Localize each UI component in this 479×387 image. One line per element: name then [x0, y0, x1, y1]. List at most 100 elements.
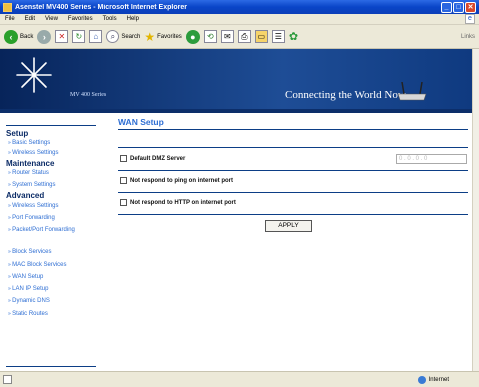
http-checkbox[interactable] [120, 199, 127, 206]
dmz-label: Default DMZ Server [130, 155, 186, 162]
sidebar-item-block-services[interactable]: » Block Services [8, 248, 103, 257]
window-titlebar: Asenstel MV400 Series - Microsoft Intern… [0, 0, 479, 14]
sidebar-item-lan-ip-setup[interactable]: » LAN IP Setup [8, 285, 103, 294]
ping-label: Not respond to ping on internet port [130, 177, 233, 184]
stop-icon: ✕ [55, 30, 69, 43]
sidebar-item-router-status[interactable]: » Router Status [8, 169, 103, 178]
folder-icon: ▭ [254, 30, 268, 43]
minimize-button[interactable]: _ [441, 1, 452, 13]
section-divider [118, 147, 468, 148]
sidebar-heading-advanced: Advanced [6, 191, 45, 200]
sidebar-item-mac-block-services[interactable]: » MAC Block Services [8, 261, 103, 270]
history-icon: ⟲ [203, 30, 217, 43]
sidebar-item-wan-setup[interactable]: » WAN Setup [8, 273, 103, 282]
menu-edit[interactable]: Edit [25, 16, 35, 22]
menu-tools[interactable]: Tools [103, 16, 117, 22]
ie-app-icon [3, 2, 12, 12]
refresh-icon: ↻ [72, 30, 86, 43]
main-content: WAN Setup Default DMZ Server 0 . 0 . 0 .… [112, 113, 472, 371]
sidebar-item-label: MAC Block Services [12, 262, 67, 268]
sidebar-item-label: System Settings [12, 182, 56, 188]
sidebar-item-packet-port-forwarding[interactable]: » Packet/Port Forwarding [8, 226, 78, 235]
sidebar-item-label: Basic Settings [12, 140, 51, 146]
search-label: Search [121, 33, 141, 40]
section-divider [118, 129, 468, 130]
browser-viewport: MV 400 Series Connecting the World Now S… [0, 49, 472, 371]
apply-button[interactable]: APPLY [265, 220, 312, 232]
home-button[interactable]: ⌂ [89, 30, 103, 43]
print-button[interactable]: ⎙ [237, 30, 251, 43]
maximize-button[interactable]: □ [453, 1, 464, 13]
sidebar-nav: Setup » Basic Settings » Wireless Settin… [0, 113, 110, 371]
history-button[interactable]: ⟲ [203, 30, 217, 43]
back-label: Back [20, 33, 34, 40]
menu-favorites[interactable]: Favorites [68, 16, 93, 22]
sidebar-item-label: Wireless Settings [12, 150, 59, 156]
browser-toolbar: ‹ Back › ✕ ↻ ⌂ ⌕ Search ★ Favorites ● ⟲ … [0, 25, 479, 49]
sidebar-item-label: Block Services [12, 249, 52, 255]
menu-file[interactable]: File [5, 16, 15, 22]
zone-label: Internet [428, 376, 449, 383]
close-button[interactable]: ✕ [465, 1, 476, 13]
dmz-checkbox[interactable] [120, 155, 127, 162]
favorites-button[interactable]: ★ Favorites [144, 30, 181, 44]
media-icon: ● [185, 29, 200, 44]
ping-option: Not respond to ping on internet port [120, 177, 233, 184]
messenger-button[interactable]: ✿ [289, 30, 298, 43]
section-divider [118, 214, 468, 215]
discuss-button[interactable]: ☰ [271, 30, 285, 43]
search-button[interactable]: ⌕ Search [106, 30, 140, 43]
sidebar-item-label: Packet/Port Forwarding [12, 227, 75, 233]
media-button[interactable]: ● [185, 29, 200, 44]
sidebar-divider [6, 125, 96, 126]
dmz-ip-input[interactable]: 0 . 0 . 0 . 0 [396, 154, 467, 164]
menu-bar: File Edit View Favorites Tools Help e [0, 14, 479, 25]
sidebar-item-label: Router Status [12, 170, 49, 176]
header-banner: MV 400 Series Connecting the World Now [0, 49, 472, 109]
mail-icon: ✉ [220, 30, 234, 43]
home-icon: ⌂ [89, 30, 103, 43]
search-icon: ⌕ [106, 30, 120, 43]
sidebar-item-label: Dynamic DNS [12, 298, 50, 304]
ping-checkbox[interactable] [120, 177, 127, 184]
sidebar-item-adv-wireless-settings[interactable]: » Wireless Settings [8, 202, 103, 211]
sidebar-item-label: WAN Setup [12, 274, 44, 280]
page-title: WAN Setup [118, 117, 164, 127]
globe-icon [417, 375, 426, 384]
menu-view[interactable]: View [45, 16, 58, 22]
mail-button[interactable]: ✉ [220, 30, 234, 43]
back-button[interactable]: ‹ Back [4, 29, 34, 44]
sidebar-item-label: Static Routes [12, 311, 48, 317]
star-icon: ★ [144, 29, 156, 44]
sidebar-item-wireless-settings[interactable]: » Wireless Settings [8, 149, 103, 158]
menu-help[interactable]: Help [127, 16, 139, 22]
starburst-logo-icon [16, 57, 52, 93]
discuss-icon: ☰ [271, 30, 285, 43]
dmz-option: Default DMZ Server [120, 155, 185, 162]
http-label: Not respond to HTTP on internet port [130, 199, 236, 206]
vertical-scrollbar[interactable] [472, 49, 479, 371]
print-icon: ⎙ [237, 30, 251, 43]
sidebar-heading-setup: Setup [6, 129, 29, 138]
model-name: MV 400 Series [70, 92, 107, 98]
sidebar-item-label: LAN IP Setup [12, 286, 49, 292]
edit-button[interactable]: ▭ [254, 30, 268, 43]
sidebar-item-system-settings[interactable]: » System Settings [8, 181, 103, 190]
sidebar-heading-maintenance: Maintenance [6, 159, 55, 168]
links-label[interactable]: Links [461, 34, 475, 40]
banner-tagline: Connecting the World Now [285, 89, 406, 101]
window-title: Asenstel MV400 Series - Microsoft Intern… [15, 3, 187, 11]
sidebar-item-static-routes[interactable]: » Static Routes [8, 310, 103, 319]
section-divider [118, 170, 468, 171]
sidebar-divider [6, 366, 96, 367]
sidebar-item-basic-settings[interactable]: » Basic Settings [8, 139, 103, 148]
sidebar-item-dynamic-dns[interactable]: » Dynamic DNS [8, 297, 103, 306]
refresh-button[interactable]: ↻ [72, 30, 86, 43]
forward-button[interactable]: › [37, 29, 52, 44]
windows-logo-icon: e [465, 14, 475, 24]
http-option: Not respond to HTTP on internet port [120, 199, 236, 206]
sidebar-item-label: Wireless Settings [12, 203, 59, 209]
sidebar-item-port-forwarding[interactable]: » Port Forwarding [8, 214, 103, 223]
messenger-icon: ✿ [288, 31, 299, 43]
stop-button[interactable]: ✕ [55, 30, 69, 43]
